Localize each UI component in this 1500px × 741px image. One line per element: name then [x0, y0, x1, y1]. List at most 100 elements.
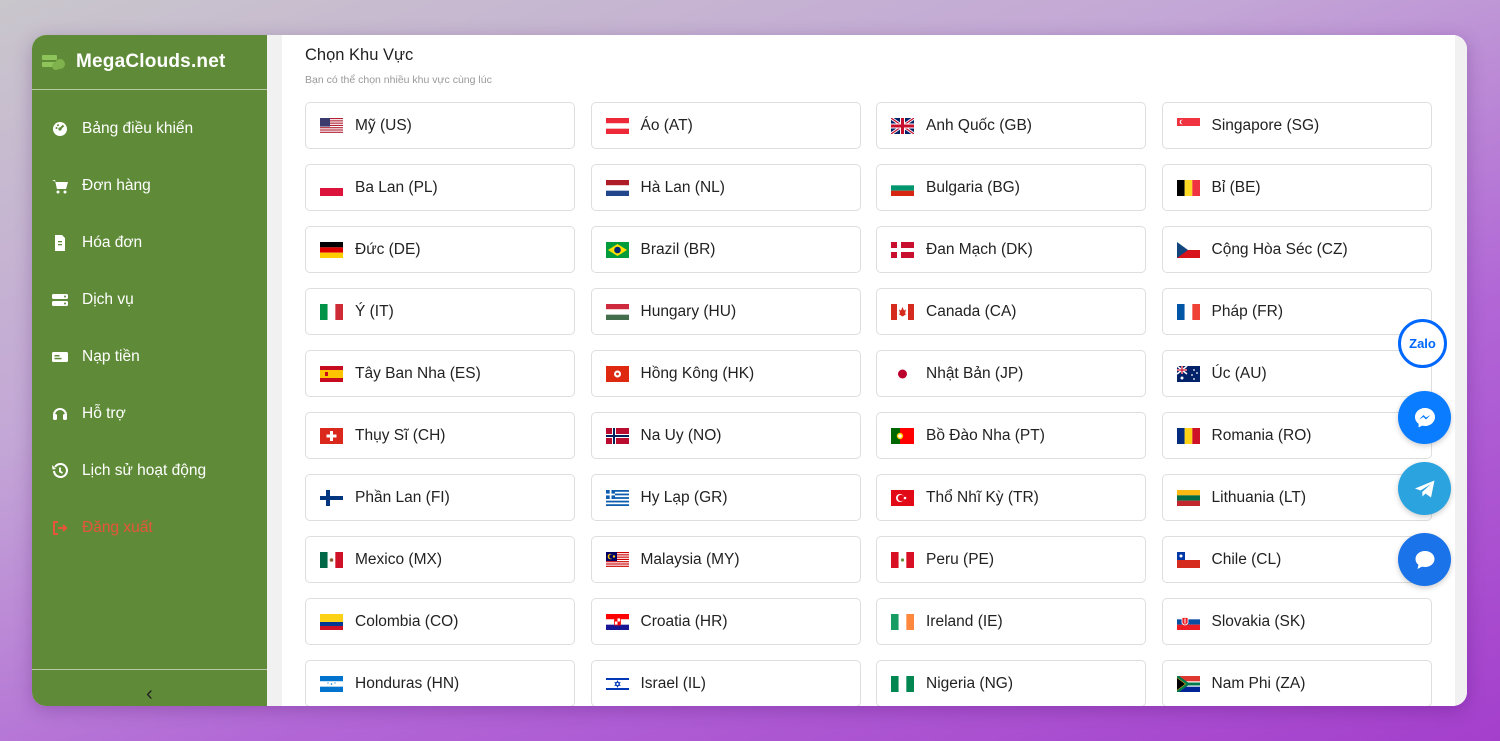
region-label: Ba Lan (PL)	[355, 178, 438, 196]
region-option-de[interactable]: Đức (DE)	[305, 226, 575, 273]
region-option-fi[interactable]: Phần Lan (FI)	[305, 474, 575, 521]
region-grid: Mỹ (US) Áo (AT) Anh Quốc (GB) Singapore (SG…	[305, 102, 1432, 706]
sidebar-item-label: Bảng điều khiển	[82, 119, 194, 137]
region-option-lt[interactable]: Lithuania (LT)	[1161, 474, 1432, 521]
sidebar-item-topup[interactable]: Nạp tiền	[32, 328, 267, 385]
sidebar-item-services[interactable]: Dịch vụ	[32, 271, 267, 328]
region-option-jp[interactable]: Nhật Bản (JP)	[876, 350, 1146, 397]
page-title: Chọn Khu Vực	[305, 46, 414, 64]
flag-hr-icon	[605, 613, 629, 630]
region-option-ie[interactable]: Ireland (IE)	[876, 598, 1146, 645]
region-option-co[interactable]: Colombia (CO)	[305, 598, 575, 645]
sidebar-item-orders[interactable]: Đơn hàng	[32, 157, 267, 214]
messenger-icon	[1414, 407, 1435, 427]
flag-fr-icon	[1176, 303, 1200, 320]
region-label: Pháp (FR)	[1211, 302, 1284, 320]
region-option-hu[interactable]: Hungary (HU)	[590, 288, 861, 335]
flag-il-icon	[605, 675, 629, 692]
chat-button[interactable]	[1398, 533, 1451, 586]
sidebar-item-label: Dịch vụ	[82, 290, 134, 308]
sidebar: MegaClouds.net Bảng điều khiển Đơn hàng …	[32, 35, 267, 706]
chevron-left-icon[interactable]: ‹	[146, 684, 153, 704]
sidebar-footer: ‹	[32, 669, 267, 706]
zalo-button[interactable]: Zalo	[1398, 319, 1447, 368]
region-option-nl[interactable]: Hà Lan (NL)	[590, 164, 861, 211]
region-option-au[interactable]: Úc (AU)	[1161, 350, 1432, 397]
region-option-dk[interactable]: Đan Mạch (DK)	[876, 226, 1146, 273]
flag-gb-icon	[891, 117, 914, 134]
region-option-my[interactable]: Malaysia (MY)	[590, 536, 861, 583]
region-label: Honduras (HN)	[355, 674, 460, 692]
region-option-pl[interactable]: Ba Lan (PL)	[305, 164, 575, 211]
sidebar-item-logout[interactable]: Đăng xuất	[32, 499, 267, 556]
app-window: MegaClouds.net Bảng điều khiển Đơn hàng …	[32, 35, 1467, 706]
region-label: Bulgaria (BG)	[926, 178, 1020, 196]
flag-dk-icon	[891, 241, 914, 258]
region-option-ng[interactable]: Nigeria (NG)	[876, 660, 1146, 706]
flag-bg-icon	[891, 179, 914, 196]
region-option-za[interactable]: Nam Phi (ZA)	[1161, 660, 1432, 706]
region-label: Peru (PE)	[926, 550, 995, 568]
region-option-tr[interactable]: Thổ Nhĩ Kỳ (TR)	[876, 474, 1146, 521]
region-option-es[interactable]: Tây Ban Nha (ES)	[305, 350, 575, 397]
region-label: Đan Mạch (DK)	[926, 240, 1033, 258]
region-option-sk[interactable]: Slovakia (SK)	[1161, 598, 1432, 645]
region-option-ro[interactable]: Romania (RO)	[1161, 412, 1432, 459]
flag-es-icon	[320, 365, 343, 382]
telegram-button[interactable]	[1398, 462, 1451, 515]
region-option-hn[interactable]: Honduras (HN)	[305, 660, 575, 706]
region-option-cl[interactable]: Chile (CL)	[1161, 536, 1432, 583]
sidebar-item-label: Hỗ trợ	[82, 404, 126, 422]
region-label: Nigeria (NG)	[926, 674, 1013, 692]
invoice-icon	[52, 234, 68, 251]
sidebar-item-label: Đơn hàng	[82, 176, 151, 194]
flag-au-icon	[1176, 365, 1200, 382]
region-option-hk[interactable]: Hồng Kông (HK)	[590, 350, 861, 397]
region-label: Brazil (BR)	[640, 240, 716, 258]
sidebar-item-dashboard[interactable]: Bảng điều khiển	[32, 100, 267, 157]
region-option-us[interactable]: Mỹ (US)	[305, 102, 575, 149]
flag-nl-icon	[605, 179, 629, 196]
region-label: Croatia (HR)	[640, 612, 728, 630]
region-option-br[interactable]: Brazil (BR)	[590, 226, 861, 273]
flag-hn-icon	[320, 675, 343, 692]
region-option-ca[interactable]: Canada (CA)	[876, 288, 1146, 335]
region-option-at[interactable]: Áo (AT)	[590, 102, 861, 149]
flag-mx-icon	[320, 551, 343, 568]
region-option-pe[interactable]: Peru (PE)	[876, 536, 1146, 583]
sidebar-item-label: Lịch sử hoạt động	[82, 461, 207, 479]
region-label: Bỉ (BE)	[1211, 178, 1261, 196]
region-option-gb[interactable]: Anh Quốc (GB)	[876, 102, 1146, 149]
flag-ie-icon	[891, 613, 914, 630]
money-icon	[52, 349, 68, 365]
region-option-bg[interactable]: Bulgaria (BG)	[876, 164, 1146, 211]
region-label: Hà Lan (NL)	[640, 178, 725, 196]
region-label: Phần Lan (FI)	[355, 488, 450, 506]
sidebar-item-history[interactable]: Lịch sử hoạt động	[32, 442, 267, 499]
sidebar-item-support[interactable]: Hỗ trợ	[32, 385, 267, 442]
telegram-icon	[1414, 480, 1434, 497]
flag-be-icon	[1176, 179, 1200, 196]
messenger-button[interactable]	[1398, 391, 1451, 444]
region-option-sg[interactable]: Singapore (SG)	[1161, 102, 1432, 149]
region-option-it[interactable]: Ý (IT)	[305, 288, 575, 335]
region-option-be[interactable]: Bỉ (BE)	[1161, 164, 1432, 211]
region-label: Lithuania (LT)	[1211, 488, 1306, 506]
region-label: Mexico (MX)	[355, 550, 442, 568]
region-label: Hungary (HU)	[640, 302, 737, 320]
region-option-gr[interactable]: Hy Lạp (GR)	[590, 474, 861, 521]
region-label: Cộng Hòa Séc (CZ)	[1211, 240, 1348, 258]
region-option-mx[interactable]: Mexico (MX)	[305, 536, 575, 583]
region-option-ch[interactable]: Thụy Sĩ (CH)	[305, 412, 575, 459]
sidebar-item-invoices[interactable]: Hóa đơn	[32, 214, 267, 271]
region-option-pt[interactable]: Bồ Đào Nha (PT)	[876, 412, 1146, 459]
region-option-no[interactable]: Na Uy (NO)	[590, 412, 861, 459]
logout-icon	[52, 520, 68, 536]
flag-ng-icon	[891, 675, 914, 692]
region-option-fr[interactable]: Pháp (FR)	[1161, 288, 1432, 335]
region-option-il[interactable]: Israel (IL)	[590, 660, 861, 706]
region-option-cz[interactable]: Cộng Hòa Séc (CZ)	[1161, 226, 1432, 273]
region-option-hr[interactable]: Croatia (HR)	[590, 598, 861, 645]
flag-it-icon	[320, 303, 343, 320]
brand[interactable]: MegaClouds.net	[32, 35, 267, 90]
